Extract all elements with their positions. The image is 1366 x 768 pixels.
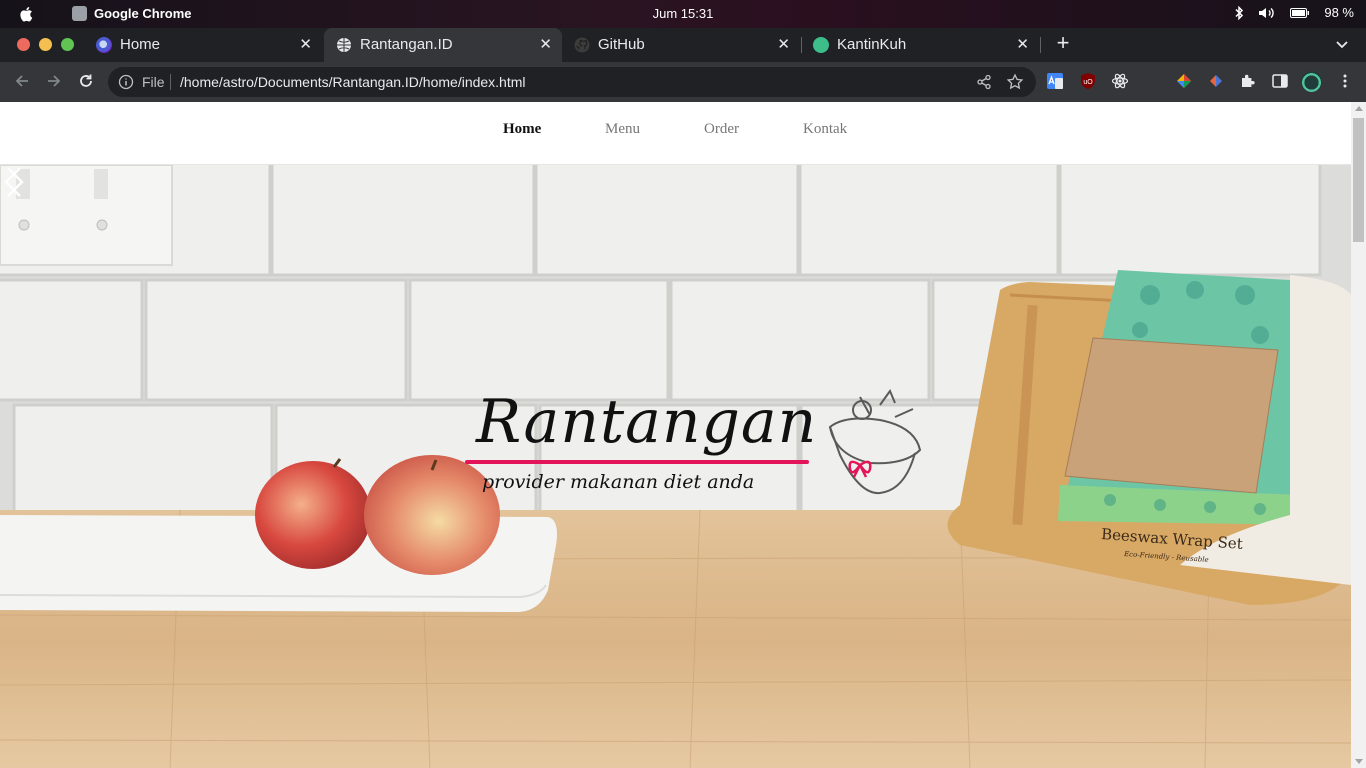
window-close-button[interactable] [17,38,30,51]
system-clock[interactable]: Jum 15:31 [0,6,1366,21]
browser-toolbar: File /home/astro/Documents/Rantangan.ID/… [0,62,1366,102]
close-icon[interactable]: ✕ [777,35,790,53]
window-maximize-button[interactable] [61,38,74,51]
share-icon[interactable] [976,74,992,90]
window-minimize-button[interactable] [39,38,52,51]
tab-title: Rantangan.ID [360,36,453,53]
globe-icon [337,38,351,52]
color-picker-extension-icon[interactable] [1175,72,1193,90]
profile-avatar[interactable] [1301,71,1322,92]
hero-carousel: Rantangan provider makanan diet anda Bee… [0,165,1351,768]
tab-search-chevron-icon[interactable] [1334,36,1350,52]
home-favicon-icon [96,37,112,53]
nav-menu-link[interactable]: Menu [605,121,640,138]
react-devtools-icon[interactable] [1111,72,1129,90]
side-panel-icon[interactable] [1271,72,1289,90]
google-translate-icon[interactable] [1046,72,1064,90]
close-icon[interactable]: ✕ [539,35,552,53]
reload-icon[interactable] [77,72,95,90]
tab-home[interactable]: Home ✕ [84,28,322,62]
tab-github[interactable]: GitHub ✕ [562,28,800,62]
scroll-up-arrow-icon[interactable] [1355,106,1363,111]
tab-rantangan[interactable]: Rantangan.ID ✕ [324,28,562,62]
extensions-puzzle-icon[interactable] [1239,72,1257,90]
address-bar[interactable]: File /home/astro/Documents/Rantangan.ID/… [108,67,1036,97]
bluetooth-icon[interactable] [1234,5,1244,20]
page-scrollbar[interactable] [1351,102,1366,768]
battery-icon[interactable] [1290,7,1310,19]
hero-tagline: provider makanan diet anda [482,471,755,493]
tab-kantinkuh[interactable]: KantinKuh ✕ [801,28,1039,62]
responsive-viewer-icon[interactable] [1207,72,1225,90]
scrollbar-thumb[interactable] [1353,118,1364,242]
hero-logo-text: Rantangan [476,387,818,457]
site-navigation: Home Menu Order Kontak [0,102,1351,165]
battery-percentage: 98 % [1324,5,1354,20]
close-icon[interactable]: ✕ [1016,35,1029,53]
browser-tab-strip: Home ✕ Rantangan.ID ✕ GitHub ✕ KantinKuh… [0,28,1366,62]
tab-separator [1040,37,1041,53]
bookmark-star-icon[interactable] [1006,73,1024,91]
ublock-origin-icon[interactable]: uO [1079,72,1097,90]
system-tray: 98 % [1234,5,1354,20]
tab-title: Home [120,36,161,53]
hero-background-image [0,165,1351,768]
new-tab-button[interactable]: + [1052,32,1074,55]
scroll-down-arrow-icon[interactable] [1355,759,1363,764]
github-icon [574,37,590,53]
forward-arrow-icon[interactable] [45,72,63,90]
tab-title: KantinKuh [837,36,907,53]
kebab-menu-icon[interactable] [1336,72,1354,90]
nav-home-link[interactable]: Home [503,121,541,138]
hero-logo-underline [465,460,809,464]
page-viewport: Home Menu Order Kontak Rantangan provide… [0,102,1351,768]
carousel-next-chevron-icon[interactable] [0,165,28,199]
url-text[interactable]: /home/astro/Documents/Rantangan.ID/home/… [180,74,526,90]
kantinkuh-favicon-icon [813,37,829,53]
omnibox-divider [170,74,171,90]
tab-title: GitHub [598,36,645,53]
close-icon[interactable]: ✕ [299,35,312,53]
nav-kontak-link[interactable]: Kontak [803,121,847,138]
system-menu-bar: Google Chrome Jum 15:31 98 % [0,0,1366,28]
back-arrow-icon[interactable] [13,72,31,90]
svg-text:uO: uO [1083,79,1093,86]
info-icon[interactable] [118,74,134,90]
url-scheme-label: File [142,74,165,90]
volume-icon[interactable] [1258,6,1276,20]
nav-order-link[interactable]: Order [704,121,739,138]
